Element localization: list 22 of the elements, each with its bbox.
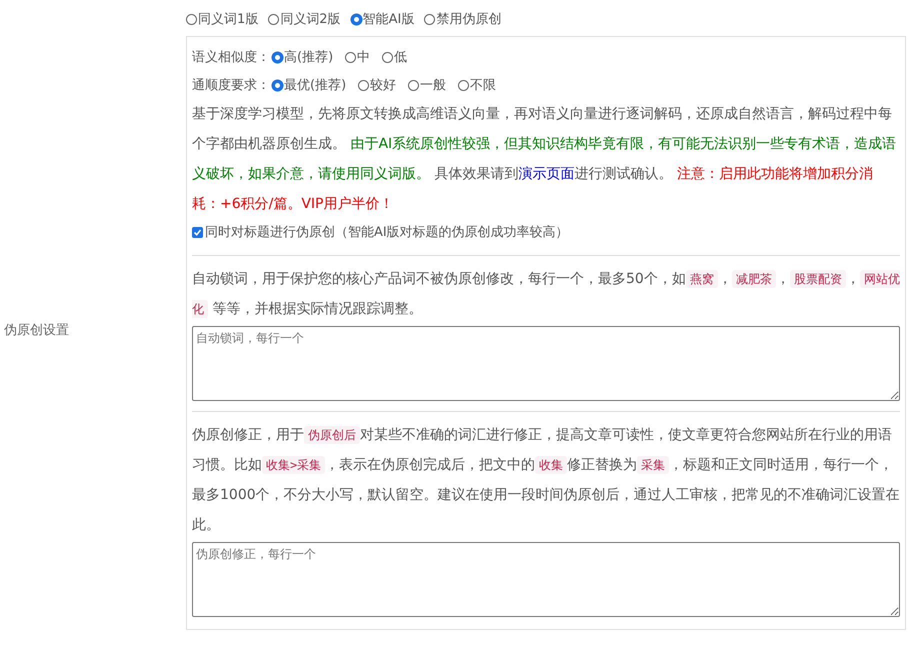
- mode-radio-option[interactable]: 智能AI版: [350, 10, 414, 28]
- radio-option[interactable]: 高(推荐): [272, 48, 334, 66]
- radio-option[interactable]: 不限: [458, 76, 496, 94]
- title-checkbox[interactable]: 同时对标题进行伪原创（智能AI版对标题的伪原创成功率较高）: [192, 219, 900, 245]
- demo-page-link[interactable]: 演示页面: [518, 166, 574, 182]
- mode-radio-option[interactable]: 禁用伪原创: [424, 10, 502, 28]
- radio-option[interactable]: 低: [382, 48, 408, 66]
- checkmark-icon: [193, 228, 202, 236]
- lock-words-field[interactable]: 自动锁词，每行一个: [192, 326, 900, 401]
- description-paragraph: 伪原创修正，用于 伪原创后 对某些不准确的词汇进行修正，提高文章可读性，使文章更符合您网站所在行业的用语习惯。比如 收集>采集 ，表示在伪原创完成后，把文中的 收集 修正替换为 采集 ，标题和正文同时适用，每行一个，最多1000个，不分大小写，默认留空。建议在使用一段时间伪原创后，通过人工审核，把常见的不准确词汇设置在此。: [192, 425, 900, 535]
- radio-option[interactable]: 中: [345, 48, 370, 66]
- radio-option[interactable]: 较好: [358, 76, 396, 94]
- corrections-field[interactable]: 伪原创修正，每行一个: [192, 542, 900, 617]
- radio-option[interactable]: 最优(推荐): [272, 76, 346, 94]
- description-paragraph: 基于深度学习模型，先将原文转换成高维语义向量，再对语义向量进行逐词解码，还原成自然语言，解码过程中每个字都由机器原创生成。 由于AI系统原创性较强，但其知识结构毕竟有限，有可能无法识别一些专有术语，造成语义破坏，如果介意，请使用同义词版。 具体效果请到演示页面进行测试确认。 注意：启用此功能将增加积分消耗：+6积分/篇。VIP用户半价！: [192, 105, 898, 214]
- setting-label: 通顺度要求：: [192, 77, 270, 94]
- radio-option[interactable]: 一般: [408, 76, 446, 94]
- description-paragraph: 自动锁词，用于保护您的核心产品词不被伪原创修改，每行一个，最多50个，如 燕窝 ， 减肥茶 ， 股票配资 ， 网站优化 等等，并根据实际情况跟踪调整。: [192, 269, 900, 320]
- mode-radio-option[interactable]: 同义词2版: [268, 10, 341, 28]
- setting-label: 语义相似度：: [192, 49, 270, 66]
- mode-radio-option[interactable]: 同义词1版: [186, 10, 258, 28]
- row-label: 伪原创设置: [4, 322, 69, 339]
